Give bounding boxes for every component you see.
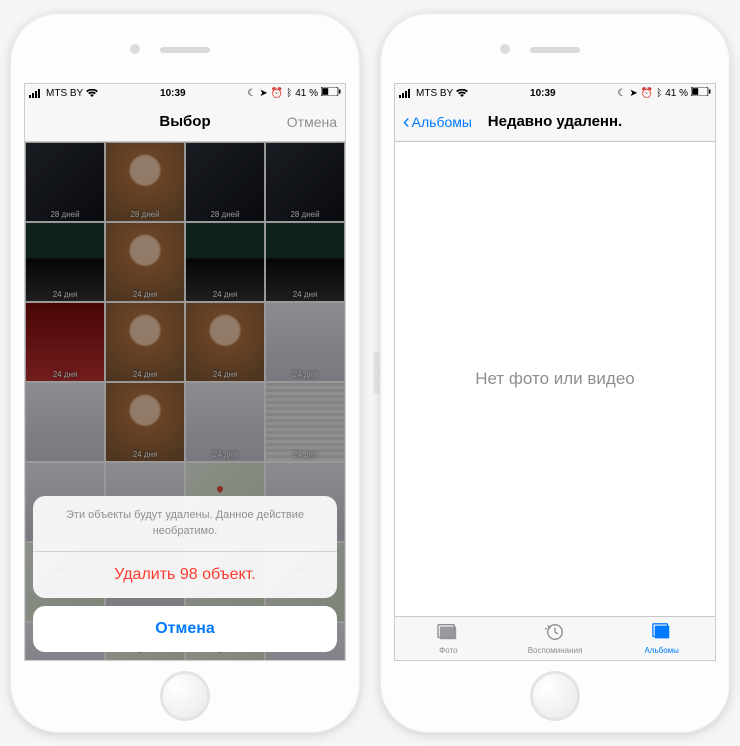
status-time: 10:39 (468, 88, 617, 99)
delete-button[interactable]: Удалить 98 объект. (33, 552, 337, 598)
carrier-label: MTS BY (416, 88, 453, 99)
status-bar: MTS BY 10:39 ☾ ➤ ⏰ ᛒ 41 % (395, 84, 715, 102)
empty-state: Нет фото или видео (395, 142, 715, 616)
photos-icon (437, 622, 459, 644)
location-icon: ➤ (259, 88, 267, 99)
battery-percent: 41 % (665, 88, 688, 99)
cancel-button[interactable]: Отмена (33, 606, 337, 652)
moon-icon: ☾ (247, 88, 256, 99)
memories-icon (544, 622, 566, 644)
moon-icon: ☾ (617, 88, 626, 99)
bluetooth-icon: ᛒ (656, 88, 662, 99)
signal-icon (399, 89, 413, 98)
nav-bar: ‹ Альбомы Недавно удаленн. (395, 102, 715, 142)
back-button[interactable]: ‹ Альбомы (395, 112, 480, 132)
signal-icon (29, 89, 43, 98)
alarm-icon: ⏰ (271, 88, 283, 99)
tab-label: Фото (439, 646, 457, 655)
battery-percent: 41 % (295, 88, 318, 99)
battery-icon (321, 87, 341, 99)
photo-grid-area: 28 дней28 дней28 дней28 дней24 дня24 дня… (25, 142, 345, 660)
tab-memories[interactable]: Воспоминания (502, 617, 609, 660)
home-button[interactable] (530, 671, 580, 721)
status-time: 10:39 (98, 88, 247, 99)
alarm-icon: ⏰ (641, 88, 653, 99)
cancel-nav-button[interactable]: Отмена (279, 114, 345, 130)
tab-label: Альбомы (644, 646, 678, 655)
action-sheet-message: Эти объекты будут удалены. Данное действ… (33, 496, 337, 552)
back-label: Альбомы (412, 114, 472, 130)
tab-photos[interactable]: Фото (395, 617, 502, 660)
phone-speaker (530, 47, 580, 53)
status-bar: MTS BY 10:39 ☾ ➤ ⏰ ᛒ 41 % (25, 84, 345, 102)
screen-left: MTS BY 10:39 ☾ ➤ ⏰ ᛒ 41 % Выбор Отмена (24, 83, 346, 661)
wifi-icon (456, 89, 468, 98)
nav-bar: Выбор Отмена (25, 102, 345, 142)
empty-label: Нет фото или видео (475, 369, 635, 389)
tab-albums[interactable]: Альбомы (608, 617, 715, 660)
chevron-left-icon: ‹ (403, 112, 410, 132)
tab-label: Воспоминания (528, 646, 583, 655)
tab-bar: Фото Воспоминания Альбомы (395, 616, 715, 660)
location-icon: ➤ (629, 88, 637, 99)
albums-icon (651, 622, 673, 644)
action-sheet-cancel-group: Отмена (33, 606, 337, 652)
phone-left: MTS BY 10:39 ☾ ➤ ⏰ ᛒ 41 % Выбор Отмена (10, 13, 360, 733)
battery-icon (691, 87, 711, 99)
wifi-icon (86, 89, 98, 98)
action-sheet-group: Эти объекты будут удалены. Данное действ… (33, 496, 337, 598)
phone-camera (500, 44, 510, 54)
phone-speaker (160, 47, 210, 53)
home-button[interactable] (160, 671, 210, 721)
action-sheet: Эти объекты будут удалены. Данное действ… (33, 496, 337, 652)
carrier-label: MTS BY (46, 88, 83, 99)
bluetooth-icon: ᛒ (286, 88, 292, 99)
phone-camera (130, 44, 140, 54)
screen-right: MTS BY 10:39 ☾ ➤ ⏰ ᛒ 41 % ‹ Альбомы (394, 83, 716, 661)
phone-right: MTS BY 10:39 ☾ ➤ ⏰ ᛒ 41 % ‹ Альбомы (380, 13, 730, 733)
